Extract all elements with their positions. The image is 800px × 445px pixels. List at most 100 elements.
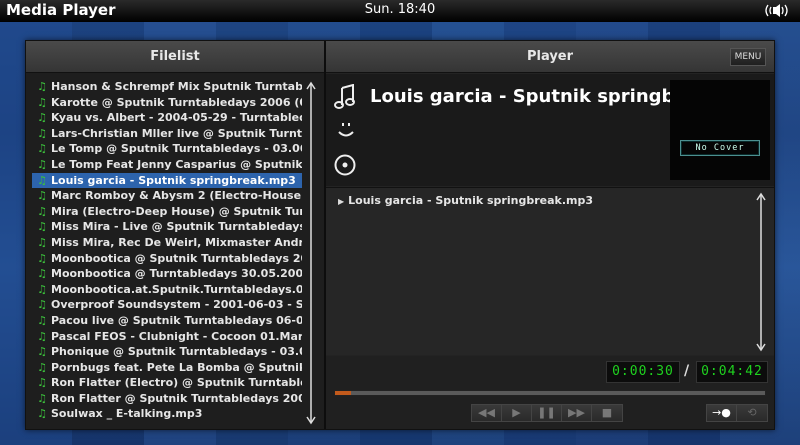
menu-button[interactable]: MENU <box>730 48 766 66</box>
file-name: Hanson & Schrempf Mix Sputnik Turntabled… <box>51 80 302 93</box>
file-list-item[interactable]: ♫ Phonique @ Sputnik Turntabledays - 03.0… <box>32 344 302 360</box>
file-name: Moonbootica.at.Sputnik.Turntabledays.03-… <box>51 282 302 296</box>
player-panel: Player MENU Louis garcia - Sputnik sprin… <box>326 41 774 429</box>
file-name: Miss Mira, Rec De Weirl, Mixmaster Andre… <box>51 235 302 249</box>
music-note-icon: ♫ <box>37 345 47 359</box>
filelist-header: Filelist <box>26 41 324 73</box>
file-list-item[interactable]: ♫ Soulwax _ E-talking.mp3 <box>32 406 302 422</box>
music-note-icon: ♫ <box>37 204 47 218</box>
playlist-item-label: Louis garcia - Sputnik springbreak.mp3 <box>348 194 593 207</box>
rewind-button[interactable]: ◀◀ <box>472 405 502 421</box>
file-list-item[interactable]: ♫ Karotte @ Sputnik Turntabledays 2006 (0… <box>32 95 302 111</box>
file-list-item[interactable]: ♫ Le Tomp @ Sputnik Turntabledays - 03.06… <box>32 141 302 157</box>
file-list-item[interactable]: ♫ Miss Mira, Rec De Weirl, Mixmaster Andr… <box>32 235 302 251</box>
music-note-icon: ♫ <box>37 313 47 327</box>
file-name: Miss Mira - Live @ Sputnik Turntabledays… <box>51 220 302 234</box>
file-list-item[interactable]: ♫ Le Tomp Feat Jenny Casparius @ Sputnik … <box>32 157 302 173</box>
file-list-item[interactable]: ♫ Pascal FEOS - Clubnight - Cocoon 01.Mar… <box>32 329 302 345</box>
playlist[interactable]: ▶ Louis garcia - Sputnik springbreak.mp3 <box>326 187 774 355</box>
file-name: Pornbugs feat. Pete La Bomba @ Sputnik T… <box>51 360 302 374</box>
time-separator: / <box>684 363 690 379</box>
file-list-item[interactable]: ♫ Ron Flatter @ Sputnik Turntabledays 200… <box>32 391 302 407</box>
file-name: Marc Romboy & Abysm 2 (Electro-House) @ … <box>51 189 302 203</box>
player-header: Player <box>326 41 774 73</box>
clock: Sun. 18:40 <box>364 2 436 17</box>
transport-controls: ◀◀ ▶ ❚❚ ▶▶ ■ <box>471 404 623 422</box>
music-note-icon: ♫ <box>37 407 47 421</box>
progress-bar[interactable] <box>334 390 766 396</box>
file-list-item[interactable]: ♫ Lars-Christian Mller live @ Sputnik Tur… <box>32 126 302 142</box>
music-note-icon: ♫ <box>37 298 47 312</box>
file-list-item[interactable]: ♫ Pacou live @ Sputnik Turntabledays 06-0… <box>32 313 302 329</box>
music-note-icon: ♫ <box>37 376 47 390</box>
music-note-icon: ♫ <box>37 80 47 93</box>
file-name: Phonique @ Sputnik Turntabledays - 03.06… <box>51 345 302 359</box>
file-list-item[interactable]: ♫ Miss Mira - Live @ Sputnik Turntableday… <box>32 219 302 235</box>
media-player-window: Filelist ♫ Hanson & Schrempf Mix Sputnik … <box>25 40 775 430</box>
play-button[interactable]: ▶ <box>502 405 532 421</box>
playlist-item[interactable]: ▶ Louis garcia - Sputnik springbreak.mp3 <box>338 194 593 207</box>
repeat-button[interactable]: ⟲ <box>737 405 767 421</box>
file-list-item[interactable]: ♫ Moonbootica @ Sputnik Turntabledays 200… <box>32 251 302 267</box>
file-name: Le Tomp Feat Jenny Casparius @ Sputnik T… <box>51 157 302 171</box>
music-note-icon: ♫ <box>37 360 47 374</box>
total-time: 0:04:42 <box>696 361 768 383</box>
playback-mode-controls: →● ⟲ <box>706 404 768 422</box>
track-info: Louis garcia - Sputnik springbreak No Co… <box>326 74 774 186</box>
file-list-item[interactable]: ♫ Kyau vs. Albert - 2004-05-29 - Turntabl… <box>32 110 302 126</box>
file-name: Pascal FEOS - Clubnight - Cocoon 01.Mar2… <box>51 329 302 343</box>
artist-face-icon <box>338 123 354 137</box>
no-cover-label: No Cover <box>680 140 760 156</box>
music-note-icon: ♫ <box>37 220 47 234</box>
speaker-volume-icon[interactable] <box>762 3 792 18</box>
progress-fill <box>335 391 351 395</box>
music-note-icon <box>334 84 355 109</box>
file-list[interactable]: ♫ Hanson & Schrempf Mix Sputnik Turntable… <box>32 79 302 425</box>
controls-bar: 0:00:30 / 0:04:42 ◀◀ ▶ ❚❚ ▶▶ ■ →● ⟲ <box>326 356 774 429</box>
file-name: Ron Flatter (Electro) @ Sputnik Turntabl… <box>51 376 302 390</box>
file-list-item[interactable]: ♫ Pornbugs feat. Pete La Bomba @ Sputnik … <box>32 360 302 376</box>
file-name: Moonbootica @ Sputnik Turntabledays 2006… <box>51 251 302 265</box>
file-name: Le Tomp @ Sputnik Turntabledays - 03.06.… <box>51 142 302 156</box>
music-note-icon: ♫ <box>37 282 47 296</box>
music-note-icon: ♫ <box>37 111 47 125</box>
file-list-item[interactable]: ♫ Marc Romboy & Abysm 2 (Electro-House) @… <box>32 188 302 204</box>
file-name: Moonbootica @ Turntabledays 30.05.2004.m… <box>51 267 302 281</box>
music-note-icon: ♫ <box>37 189 47 203</box>
stop-button[interactable]: ■ <box>592 405 622 421</box>
music-note-icon: ♫ <box>37 173 47 187</box>
filelist-panel: Filelist ♫ Hanson & Schrempf Mix Sputnik … <box>26 41 324 429</box>
file-name: Ron Flatter @ Sputnik Turntabledays 2006… <box>51 391 302 405</box>
file-list-item[interactable]: ♫ Overproof Soundsystem - 2001-06-03 - Sp… <box>32 297 302 313</box>
filelist-scrollbar[interactable] <box>306 81 316 425</box>
music-note-icon: ♫ <box>37 157 47 171</box>
album-cover: No Cover <box>670 80 770 180</box>
file-list-item[interactable]: ♫ Louis garcia - Sputnik springbreak.mp3 <box>32 172 302 189</box>
file-name: Karotte @ Sputnik Turntabledays 2006 (02… <box>51 95 302 109</box>
file-list-item[interactable]: ♫ Ron Flatter (Electro) @ Sputnik Turntab… <box>32 375 302 391</box>
file-list-item[interactable]: ♫ Moonbootica.at.Sputnik.Turntabledays.03… <box>32 282 302 298</box>
elapsed-time: 0:00:30 <box>606 361 680 383</box>
sequential-mode-button[interactable]: →● <box>707 405 737 421</box>
album-disc-icon <box>334 154 356 176</box>
pause-button[interactable]: ❚❚ <box>532 405 562 421</box>
music-note-icon: ♫ <box>37 329 47 343</box>
music-note-icon: ♫ <box>37 126 47 140</box>
playlist-scrollbar[interactable] <box>756 192 766 352</box>
music-note-icon: ♫ <box>37 142 47 156</box>
file-name: Overproof Soundsystem - 2001-06-03 - Spu… <box>51 298 302 312</box>
top-bar: Media Player Sun. 18:40 <box>0 0 800 22</box>
fast-forward-button[interactable]: ▶▶ <box>562 405 592 421</box>
file-list-item[interactable]: ♫ Moonbootica @ Turntabledays 30.05.2004.… <box>32 266 302 282</box>
file-name: Lars-Christian Mller live @ Sputnik Turn… <box>51 126 302 140</box>
playing-arrow-icon: ▶ <box>338 197 345 206</box>
music-note-icon: ♫ <box>37 391 47 405</box>
file-name: Kyau vs. Albert - 2004-05-29 - Turntable… <box>51 111 302 125</box>
file-list-item[interactable]: ♫ Hanson & Schrempf Mix Sputnik Turntable… <box>32 79 302 95</box>
file-name: Louis garcia - Sputnik springbreak.mp3 <box>51 173 296 187</box>
track-title: Louis garcia - Sputnik springbreak <box>370 86 670 107</box>
file-list-item[interactable]: ♫ Mira (Electro-Deep House) @ Sputnik Tur… <box>32 204 302 220</box>
music-note-icon: ♫ <box>37 235 47 249</box>
file-name: Mira (Electro-Deep House) @ Sputnik Turn… <box>51 204 302 218</box>
file-name: Pacou live @ Sputnik Turntabledays 06-06… <box>51 313 302 327</box>
